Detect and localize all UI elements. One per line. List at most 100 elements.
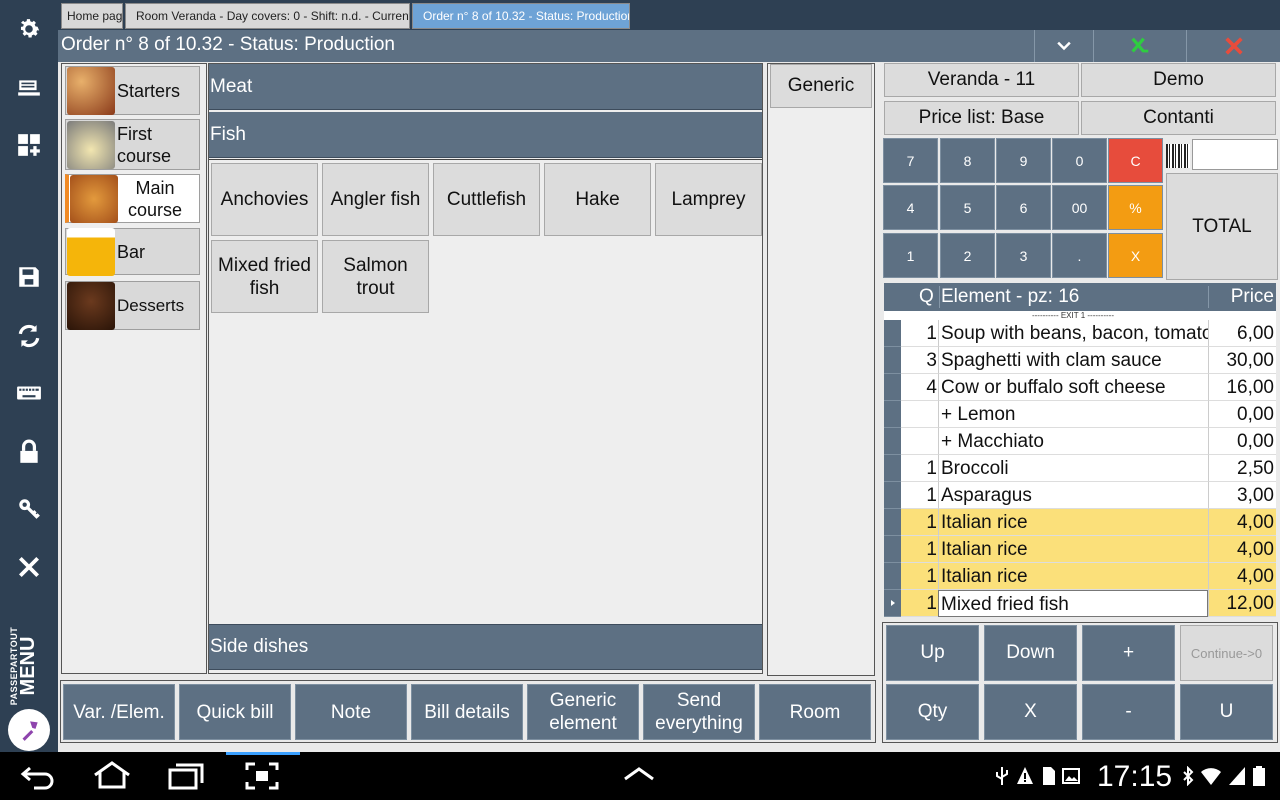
dashboard-icon[interactable] — [0, 125, 58, 165]
product-hake[interactable]: Hake — [544, 163, 651, 236]
down-button[interactable]: Down — [984, 625, 1077, 681]
group-meat[interactable]: Meat — [209, 64, 762, 110]
bill-details-button[interactable]: Bill details — [411, 684, 523, 740]
cancel-order-icon[interactable] — [1186, 30, 1280, 62]
key-percent[interactable]: % — [1108, 185, 1163, 230]
order-price: 0,00 — [1208, 401, 1276, 428]
chevron-down-icon[interactable] — [1034, 30, 1093, 62]
order-qty — [901, 401, 938, 428]
keyboard-icon[interactable] — [0, 373, 58, 413]
var-elem-button[interactable]: Var. /Elem. — [63, 684, 175, 740]
order-price: 12,00 — [1208, 590, 1276, 617]
key-multiply[interactable]: X — [1108, 233, 1163, 278]
send-everything-button[interactable]: Send everything — [643, 684, 755, 740]
key-1[interactable]: 1 — [883, 233, 938, 278]
order-element: Spaghetti with clam sauce — [938, 347, 1208, 374]
tab-label: Home page — [67, 9, 123, 23]
barcode-input[interactable] — [1192, 139, 1278, 170]
u-button[interactable]: U — [1180, 684, 1273, 740]
key-8[interactable]: 8 — [940, 138, 995, 183]
group-fish[interactable]: Fish — [209, 112, 762, 158]
key-0[interactable]: 0 — [1052, 138, 1107, 183]
order-row[interactable]: + Macchiato 0,00 — [884, 428, 1276, 455]
tab-home[interactable]: Home page — [61, 3, 123, 29]
order-row[interactable]: 1 Italian rice 4,00 — [884, 509, 1276, 536]
order-price: 0,00 — [1208, 428, 1276, 455]
product-cuttlefish[interactable]: Cuttlefish — [433, 163, 540, 236]
product-mixed-fried-fish[interactable]: Mixed fried fish — [211, 240, 318, 313]
back-icon[interactable] — [20, 762, 56, 795]
key-clear[interactable]: C — [1108, 138, 1163, 183]
continue-button[interactable]: Continue->0 — [1180, 625, 1273, 681]
generic-button[interactable]: Generic — [770, 64, 872, 108]
gear-icon[interactable] — [0, 9, 58, 49]
close-icon[interactable] — [0, 547, 58, 587]
exit-separator: ---------- EXIT 1 ---------- — [884, 311, 1276, 320]
quick-bill-button[interactable]: Quick bill — [179, 684, 291, 740]
product-anchovies[interactable]: Anchovies — [211, 163, 318, 236]
delete-x-button[interactable]: X — [984, 684, 1077, 740]
total-button[interactable]: TOTAL — [1166, 173, 1278, 280]
category-main-course[interactable]: Main course — [65, 174, 200, 223]
key-00[interactable]: 00 — [1052, 185, 1107, 230]
tab-order[interactable]: Order n° 8 of 10.32 - Status: Production — [412, 3, 630, 29]
excel-export-icon[interactable] — [1093, 30, 1186, 62]
key-icon[interactable] — [0, 489, 58, 529]
product-angler-fish[interactable]: Angler fish — [322, 163, 429, 236]
category-desserts[interactable]: Desserts — [65, 281, 200, 330]
key-dot[interactable]: . — [1052, 233, 1107, 278]
order-row[interactable]: 1 Asparagus 3,00 — [884, 482, 1276, 509]
lock-icon[interactable] — [0, 432, 58, 472]
qty-button[interactable]: Qty — [886, 684, 979, 740]
desserts-image — [67, 281, 115, 330]
user-button[interactable]: Demo — [1081, 63, 1276, 97]
key-3[interactable]: 3 — [996, 233, 1051, 278]
minus-button[interactable]: - — [1082, 684, 1175, 740]
room-table-button[interactable]: Veranda - 11 — [884, 63, 1079, 97]
cashier-icon[interactable] — [0, 68, 58, 108]
left-sidebar: PASSEPARTOUT MENU — [0, 0, 58, 752]
room-button[interactable]: Room — [759, 684, 871, 740]
product-salmon-trout[interactable]: Salmon trout — [322, 240, 429, 313]
product-lamprey[interactable]: Lamprey — [655, 163, 762, 236]
key-9[interactable]: 9 — [996, 138, 1051, 183]
price-list-button[interactable]: Price list: Base — [884, 101, 1079, 135]
home-icon[interactable] — [92, 760, 132, 795]
group-side-dishes[interactable]: Side dishes — [209, 624, 762, 670]
brand-line2: MENU — [17, 636, 39, 696]
category-label: Main course — [127, 177, 183, 220]
order-row[interactable]: 1 Broccoli 2,50 — [884, 455, 1276, 482]
key-6[interactable]: 6 — [996, 185, 1051, 230]
up-button[interactable]: Up — [886, 625, 979, 681]
order-qty: 1 — [901, 590, 938, 617]
category-bar[interactable]: Bar — [65, 227, 200, 276]
category-starters[interactable]: Starters — [65, 66, 200, 115]
key-2[interactable]: 2 — [940, 233, 995, 278]
refresh-icon[interactable] — [0, 316, 58, 356]
order-price: 4,00 — [1208, 509, 1276, 536]
plus-button[interactable]: + — [1082, 625, 1175, 681]
key-4[interactable]: 4 — [883, 185, 938, 230]
order-element: Soup with beans, bacon, tomato — [938, 320, 1208, 347]
order-row[interactable]: 4 Cow or buffalo soft cheese 16,00 — [884, 374, 1276, 401]
payment-button[interactable]: Contanti — [1081, 101, 1276, 135]
order-row[interactable]: 1 Italian rice 4,00 — [884, 563, 1276, 590]
note-button[interactable]: Note — [295, 684, 407, 740]
generic-element-button[interactable]: Generic element — [527, 684, 639, 740]
key-5[interactable]: 5 — [940, 185, 995, 230]
save-icon[interactable] — [0, 257, 58, 297]
category-first-course[interactable]: First course — [65, 119, 200, 170]
chevron-up-icon[interactable] — [622, 766, 656, 787]
recent-apps-icon[interactable] — [168, 762, 204, 795]
order-row[interactable]: 1 Soup with beans, bacon, tomato 6,00 — [884, 320, 1276, 347]
order-row-selected[interactable]: 1 Mixed fried fish 12,00 — [884, 590, 1276, 617]
order-row[interactable]: 3 Spaghetti with clam sauce 30,00 — [884, 347, 1276, 374]
screenshot-icon[interactable] — [245, 762, 279, 795]
barcode-icon[interactable] — [1166, 144, 1190, 168]
tab-room[interactable]: Room Veranda - Day covers: 0 - Shift: n.… — [125, 3, 410, 29]
order-row[interactable]: + Lemon 0,00 — [884, 401, 1276, 428]
order-price: 3,00 — [1208, 482, 1276, 509]
key-7[interactable]: 7 — [883, 138, 938, 183]
order-row[interactable]: 1 Italian rice 4,00 — [884, 536, 1276, 563]
order-qty: 1 — [901, 455, 938, 482]
